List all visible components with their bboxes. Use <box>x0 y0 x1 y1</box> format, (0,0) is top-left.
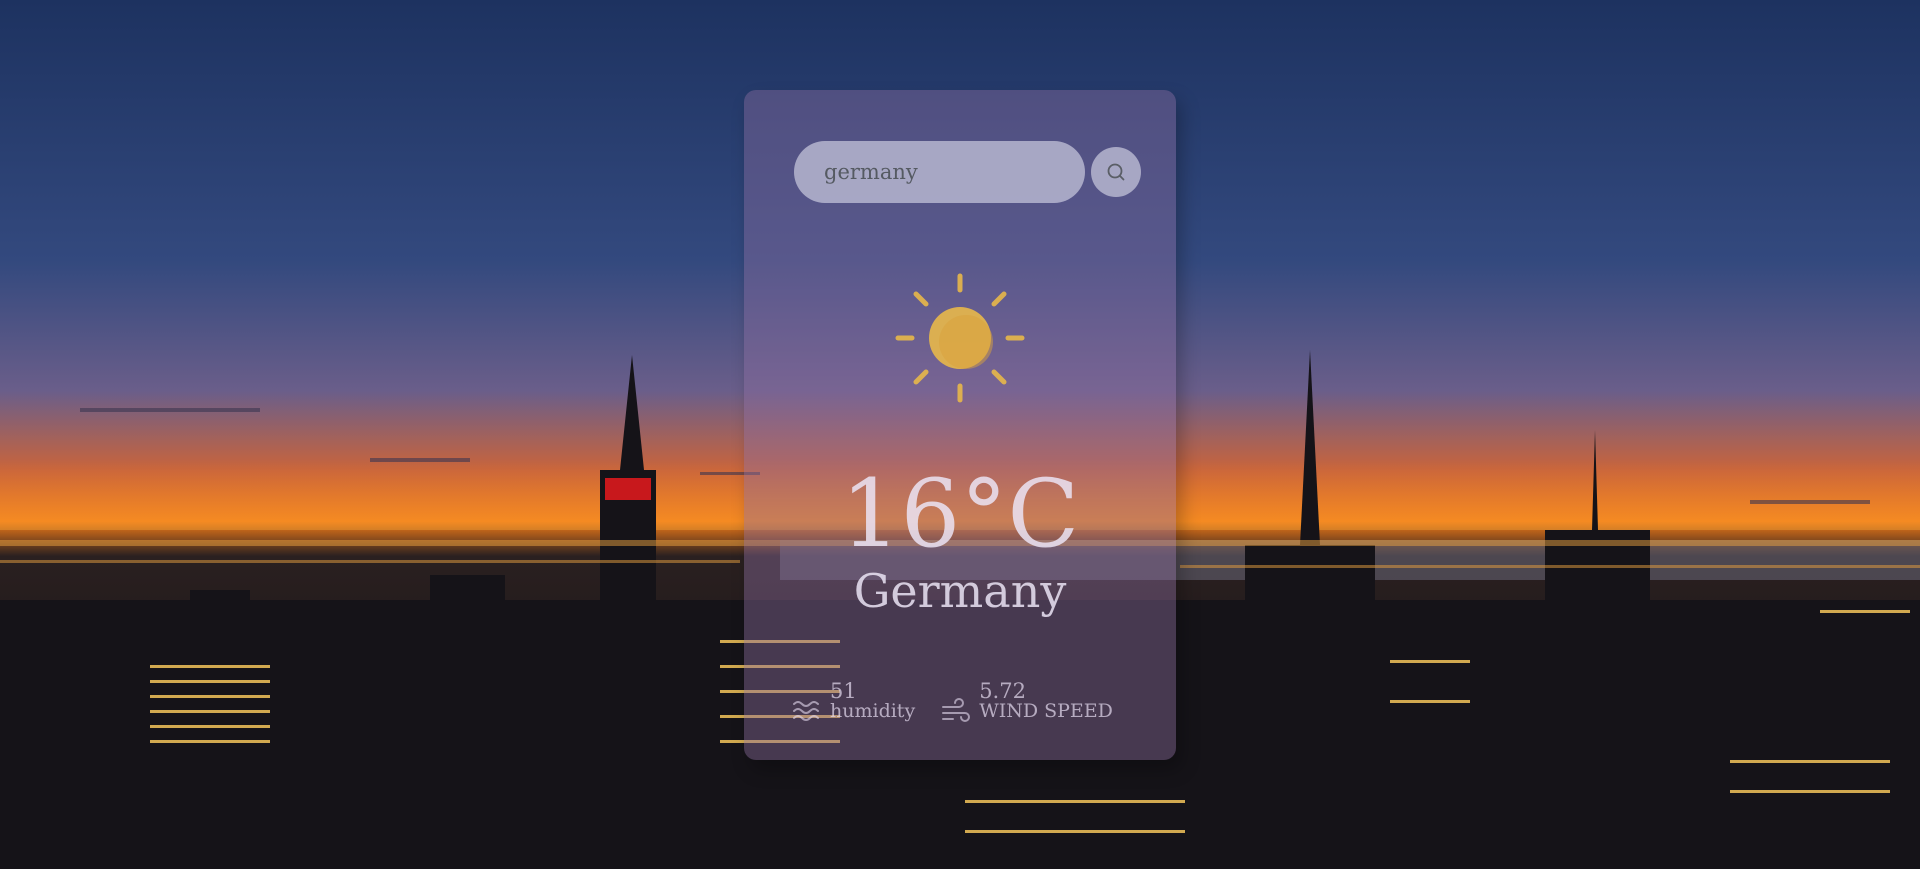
humidity-value: 51 <box>830 679 857 703</box>
humidity-icon <box>793 701 819 721</box>
humidity-detail: 51 humidity <box>792 680 915 726</box>
wind-speed-value: 5.72 <box>979 679 1026 703</box>
city-name: Germany <box>853 564 1067 618</box>
search-input[interactable] <box>794 141 1085 203</box>
weather-details: 51 humidity 5.72 WIND SPEED <box>792 680 1113 726</box>
humidity-label: humidity <box>830 700 916 723</box>
wind-speed-label: WIND SPEED <box>979 700 1113 723</box>
search-button[interactable] <box>1091 147 1141 197</box>
weather-card: 16°C Germany 51 humidity <box>744 90 1176 760</box>
temperature-value: 16°C <box>840 460 1080 569</box>
sun-icon <box>895 273 1025 403</box>
wind-detail: 5.72 WIND SPEED <box>941 680 1113 726</box>
search-icon <box>1107 163 1125 181</box>
search-bar <box>794 141 1141 203</box>
wind-icon <box>942 698 971 722</box>
